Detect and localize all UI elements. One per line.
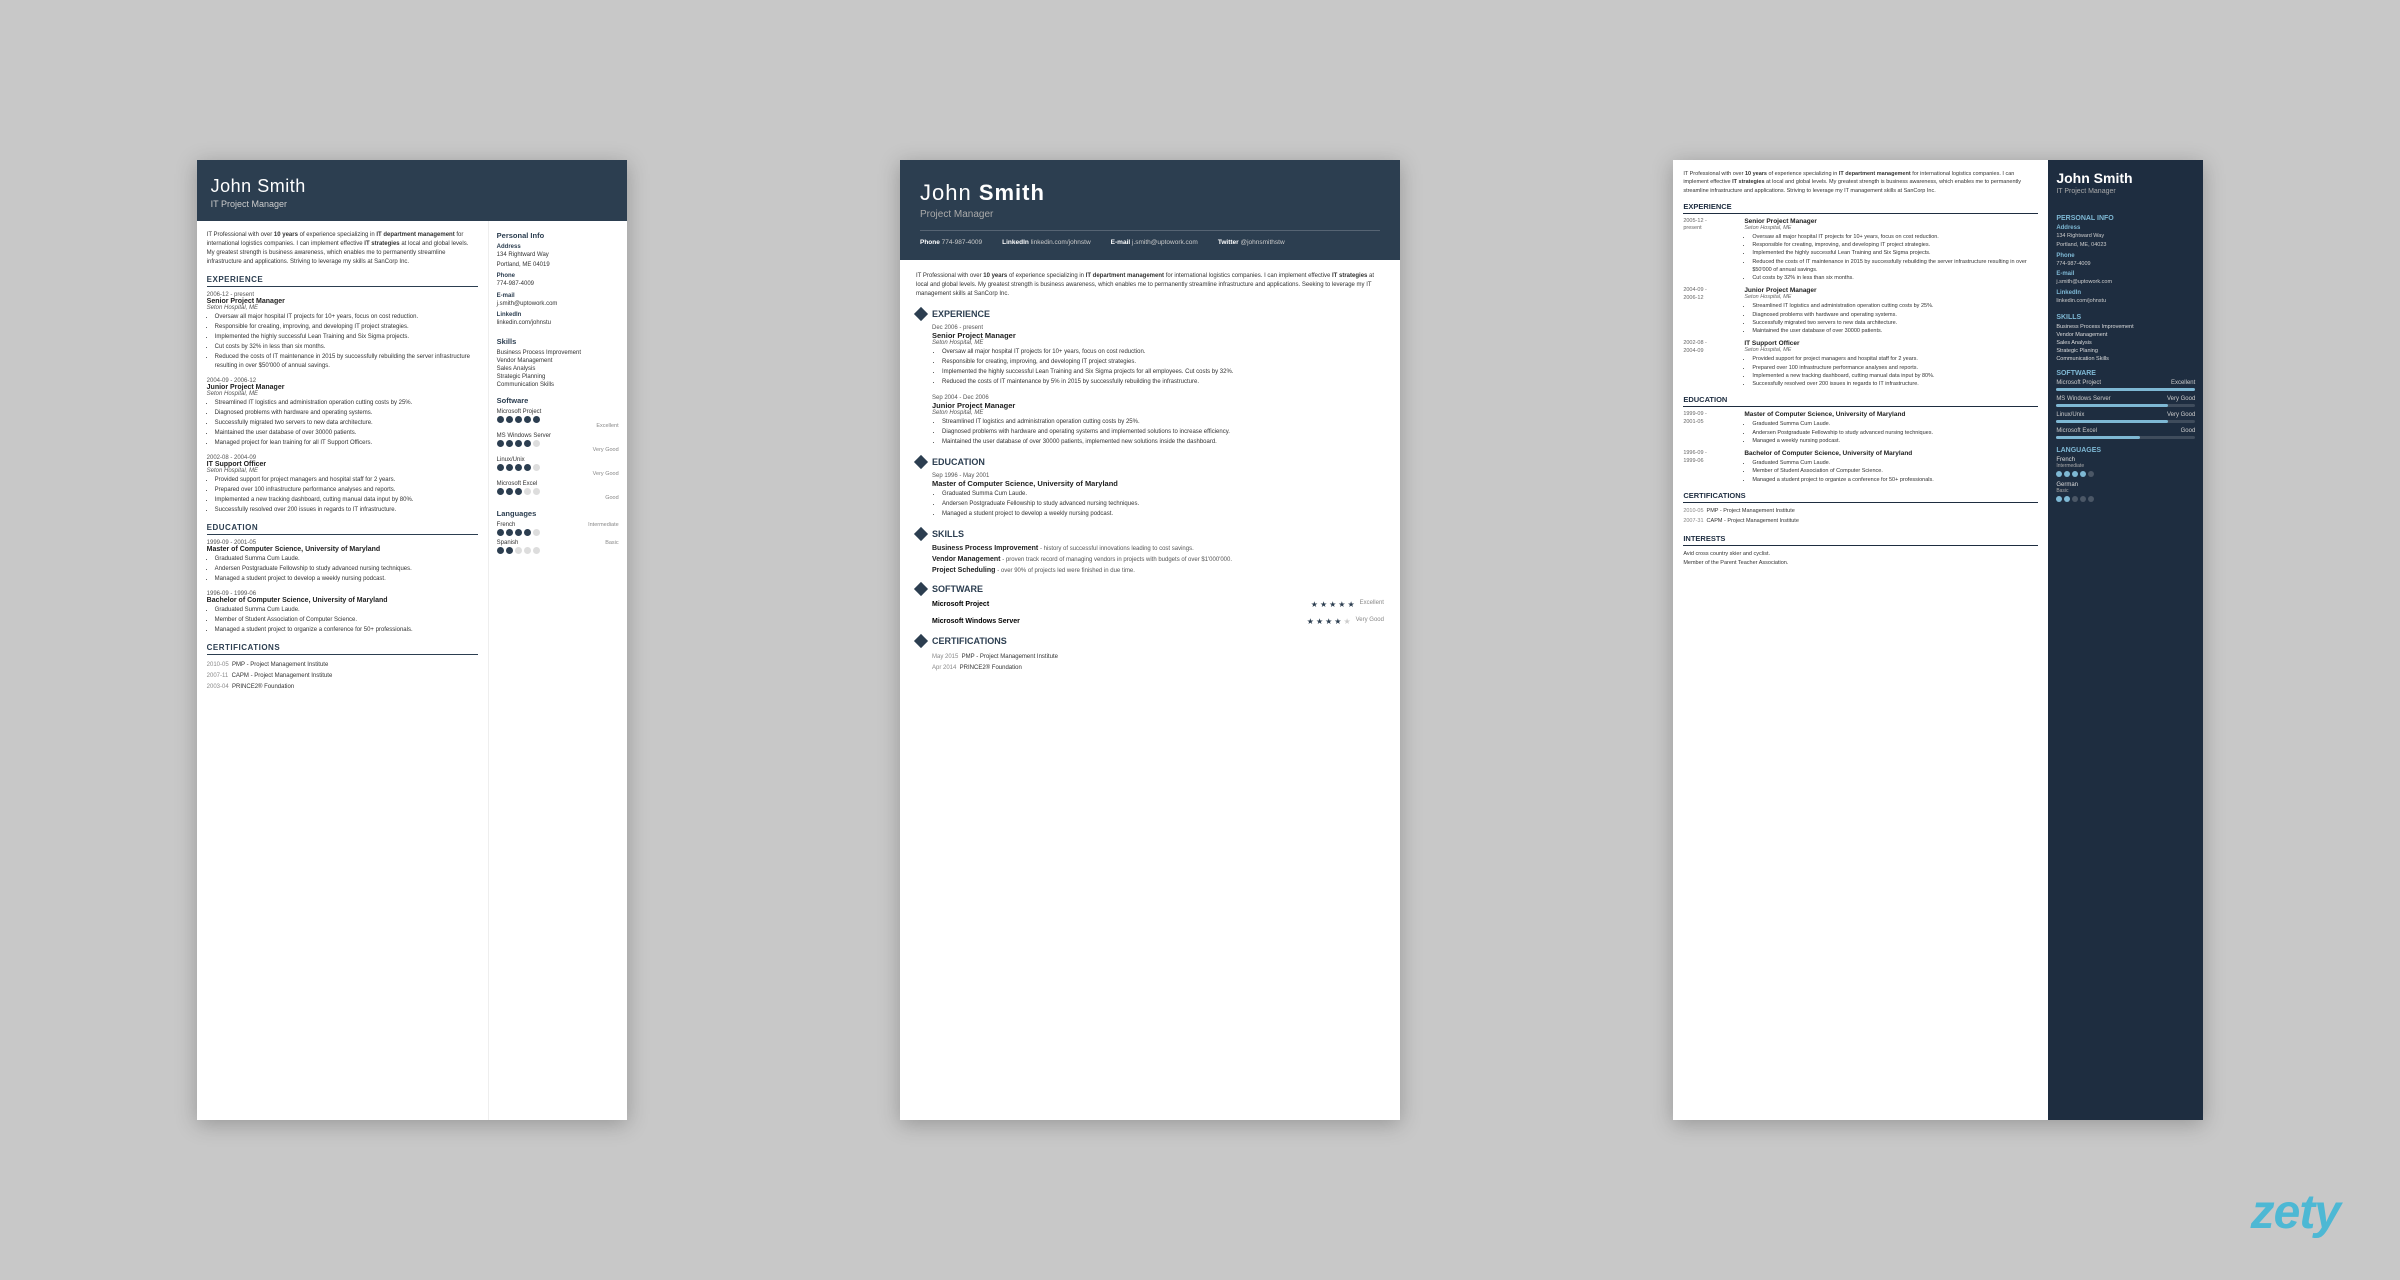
resume1-header: John Smith IT Project Manager bbox=[197, 160, 627, 221]
resume-1: John Smith IT Project Manager IT Profess… bbox=[197, 160, 627, 1120]
resume2-header: John Smith Project Manager Phone 774-987… bbox=[900, 160, 1400, 260]
edu-item-2: 1996-09 - 1999-06 Bachelor of Computer S… bbox=[207, 591, 478, 635]
diamond-icon-software bbox=[914, 582, 928, 596]
resume3-certifications-title: Certifications bbox=[1683, 491, 2038, 503]
sidebar3-languages-title: Languages bbox=[2056, 447, 2195, 454]
lang3-french: French Intermediate bbox=[2056, 457, 2195, 477]
software-item-2: MS Windows Server Very Good bbox=[497, 433, 619, 453]
resume-3: IT Professional with over 10 years of ex… bbox=[1673, 160, 2203, 1120]
resume2-body: IT Professional with over 10 years of ex… bbox=[900, 260, 1400, 1120]
page-canvas: John Smith IT Project Manager IT Profess… bbox=[0, 0, 2400, 1280]
resume1-education-title: Education bbox=[207, 523, 478, 535]
resume3-sidebar: John Smith IT Project Manager Personal I… bbox=[2048, 160, 2203, 1120]
resume1-sidebar: Personal Info Address 134 Rightward WayP… bbox=[489, 221, 627, 1120]
r3-edu-2: 1996-09 -1999-06 Bachelor of Computer Sc… bbox=[1683, 450, 2038, 484]
sidebar3-software-title: Software bbox=[2056, 370, 2195, 377]
resume2-education-title: EDUCATION bbox=[916, 457, 1384, 467]
software-item-4: Microsoft Excel Good bbox=[497, 481, 619, 501]
sidebar-software-title: Software bbox=[497, 396, 619, 405]
diamond-icon-edu bbox=[914, 455, 928, 469]
r2-skill-3: Project Scheduling - over 90% of project… bbox=[916, 567, 1384, 574]
sidebar3-soft-2: MS Windows Server Very Good bbox=[2056, 396, 2195, 407]
sidebar3-soft-3: Linux/Unix Very Good bbox=[2056, 412, 2195, 423]
sidebar3-personal-title: Personal Info bbox=[2056, 215, 2195, 222]
resume2-skills-title: SKILLS bbox=[916, 529, 1384, 539]
r3-exp-1: 2005-12 -present Senior Project Manager … bbox=[1683, 218, 2038, 283]
r2-soft-2: Microsoft Windows Server ★ ★ ★ ★ ★ Very … bbox=[916, 617, 1384, 626]
lang-french: French Intermediate bbox=[497, 522, 619, 536]
resume1-experience-title: Experience bbox=[207, 275, 478, 287]
software-item-3: Linux/Unix Very Good bbox=[497, 457, 619, 477]
resume2-intro: IT Professional with over 10 years of ex… bbox=[916, 272, 1384, 299]
resume2-name: John Smith bbox=[920, 180, 1380, 206]
resume3-experience-title: Experience bbox=[1683, 202, 2038, 214]
diamond-icon-cert bbox=[914, 634, 928, 648]
resume1-intro: IT Professional with over 10 years of ex… bbox=[207, 231, 478, 267]
resume-2: John Smith Project Manager Phone 774-987… bbox=[900, 160, 1400, 1120]
resume3-intro: IT Professional with over 10 years of ex… bbox=[1683, 170, 2038, 195]
r2-exp-1: Dec 2006 - present Senior Project Manage… bbox=[916, 325, 1384, 387]
r2-exp-2: Sep 2004 - Dec 2006 Junior Project Manag… bbox=[916, 395, 1384, 447]
r2-skill-1: Business Process Improvement - history o… bbox=[916, 545, 1384, 552]
r3-edu-1: 1999-09 -2001-05 Master of Computer Scie… bbox=[1683, 411, 2038, 445]
software-item-1: Microsoft Project Excellent bbox=[497, 409, 619, 429]
resume2-software-title: SOFTWARE bbox=[916, 584, 1384, 594]
strategic-planning-skill: Strategic Planing bbox=[2056, 348, 2195, 354]
sidebar-skills-title: Skills bbox=[497, 337, 619, 346]
resume1-title: IT Project Manager bbox=[211, 199, 613, 209]
edu-item-1: 1999-09 - 2001-05 Master of Computer Sci… bbox=[207, 540, 478, 584]
resume3-sidebar-header: John Smith IT Project Manager bbox=[2048, 160, 2203, 205]
lang-spanish: Spanish Basic bbox=[497, 540, 619, 554]
resume3-interests-title: Interests bbox=[1683, 534, 2038, 546]
sidebar3-soft-1: Microsoft Project Excellent bbox=[2056, 380, 2195, 391]
diamond-icon-skills bbox=[914, 527, 928, 541]
resume2-certifications-title: CERTIFICATIONS bbox=[916, 636, 1384, 646]
exp-item-2: 2004-09 - 2006-12 Junior Project Manager… bbox=[207, 378, 478, 448]
resume2-title: Project Manager bbox=[920, 209, 1380, 220]
exp-item-1: 2006-12 - present Senior Project Manager… bbox=[207, 292, 478, 371]
resume3-main: IT Professional with over 10 years of ex… bbox=[1673, 160, 2048, 1120]
sidebar-personal-title: Personal Info bbox=[497, 231, 619, 240]
r3-exp-2: 2004-09 -2006-12 Junior Project Manager … bbox=[1683, 287, 2038, 335]
r2-skill-2: Vendor Management - proven track record … bbox=[916, 556, 1384, 563]
cert-items: 2010-05 PMP - Project Management Institu… bbox=[207, 660, 478, 692]
r2-edu-1: Sep 1996 - May 2001 Master of Computer S… bbox=[916, 473, 1384, 519]
exp-item-3: 2002-08 - 2004-09 IT Support Officer Set… bbox=[207, 455, 478, 515]
resume3-education-title: Education bbox=[1683, 395, 2038, 407]
sidebar3-skills-title: Skills bbox=[2056, 314, 2195, 321]
r3-exp-3: 2002-08 -2004-09 IT Support Officer Seto… bbox=[1683, 340, 2038, 388]
sidebar-languages-title: Languages bbox=[497, 509, 619, 518]
r2-cert-items: May 2015 PMP - Project Management Instit… bbox=[916, 652, 1384, 675]
r2-soft-1: Microsoft Project ★ ★ ★ ★ ★ Excellent bbox=[916, 600, 1384, 609]
resume1-certifications-title: Certifications bbox=[207, 643, 478, 655]
resume2-contact: Phone 774-987-4009 LinkedIn linkedin.com… bbox=[920, 230, 1380, 246]
sidebar3-soft-4: Microsoft Excel Good bbox=[2056, 428, 2195, 439]
resume2-experience-title: EXPERIENCE bbox=[916, 309, 1384, 319]
diamond-icon bbox=[914, 307, 928, 321]
lang3-german: German Basic bbox=[2056, 482, 2195, 502]
zety-brand: zety bbox=[2251, 1185, 2340, 1240]
resume1-name: John Smith bbox=[211, 176, 613, 197]
